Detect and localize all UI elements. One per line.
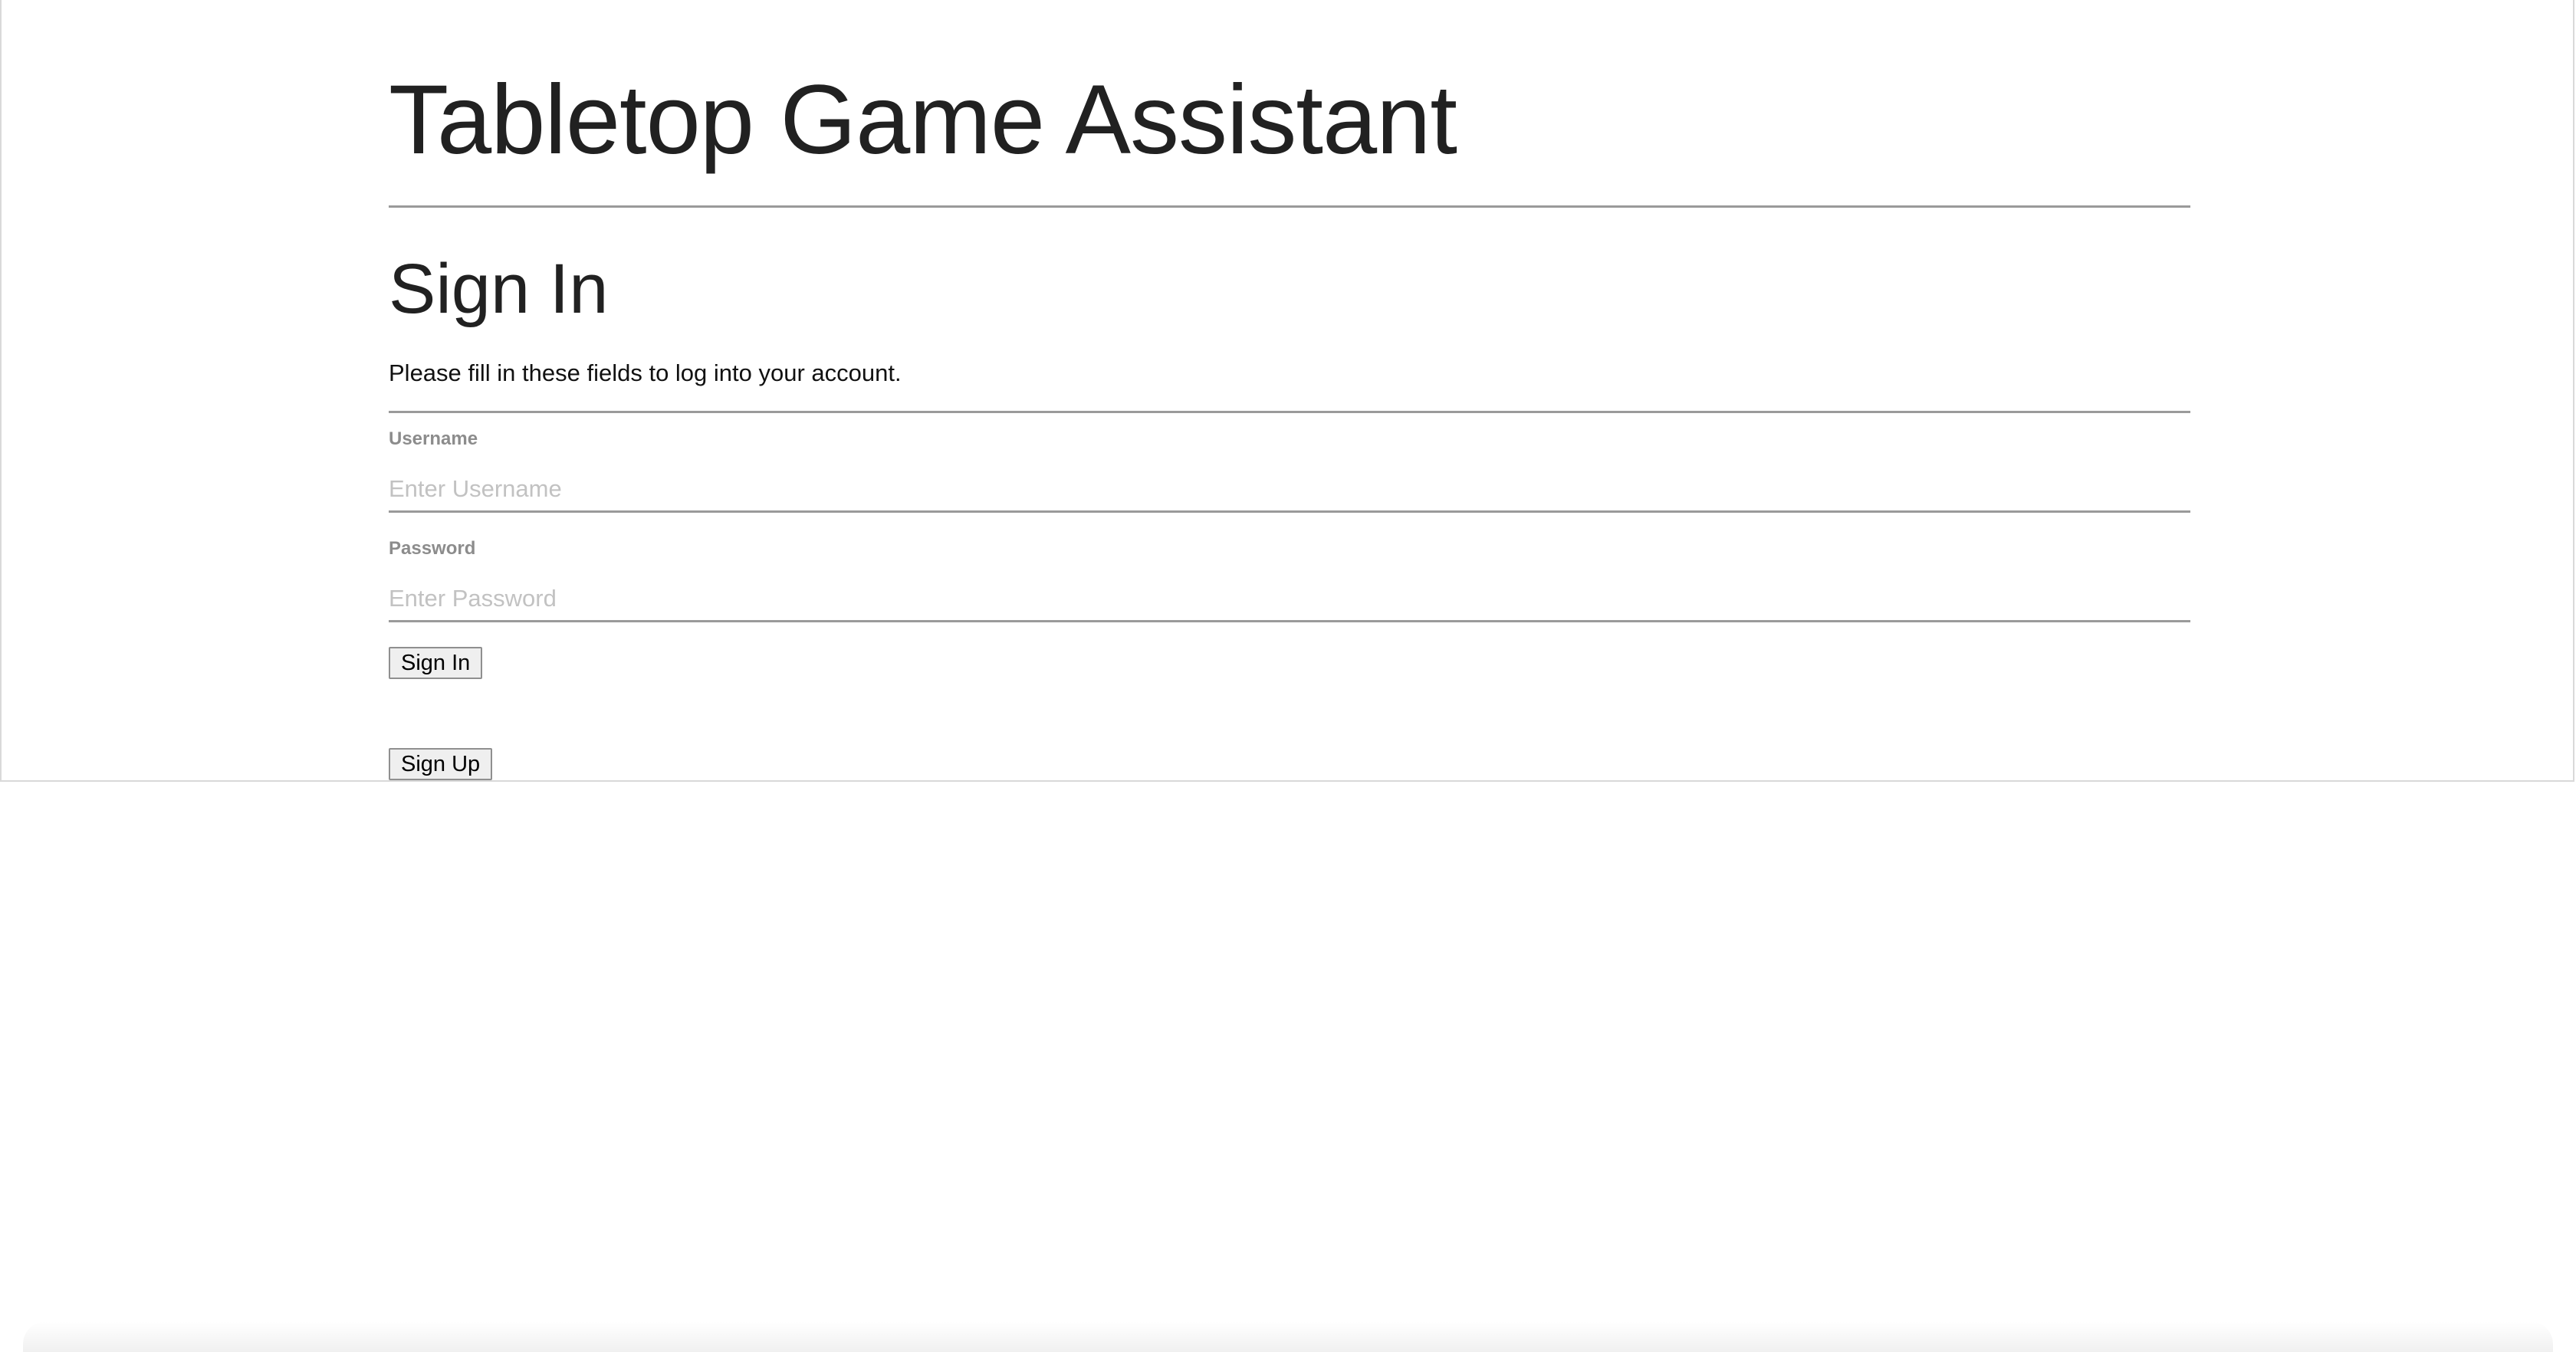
- sign-up-button[interactable]: Sign Up: [389, 748, 493, 780]
- window-bottom-shadow: [23, 1321, 2553, 1352]
- page-frame: Tabletop Game Assistant Sign In Please f…: [0, 0, 2574, 782]
- signin-instructions: Please fill in these fields to log into …: [389, 359, 902, 386]
- form-divider: [389, 411, 2190, 413]
- username-input[interactable]: [389, 468, 2190, 513]
- header-divider: [389, 205, 2190, 208]
- username-label: Username: [389, 428, 478, 449]
- sign-in-button[interactable]: Sign In: [389, 647, 483, 679]
- password-label: Password: [389, 538, 476, 559]
- page-title: Sign In: [389, 250, 609, 328]
- password-input[interactable]: [389, 577, 2190, 622]
- app-title: Tabletop Game Assistant: [389, 65, 1457, 175]
